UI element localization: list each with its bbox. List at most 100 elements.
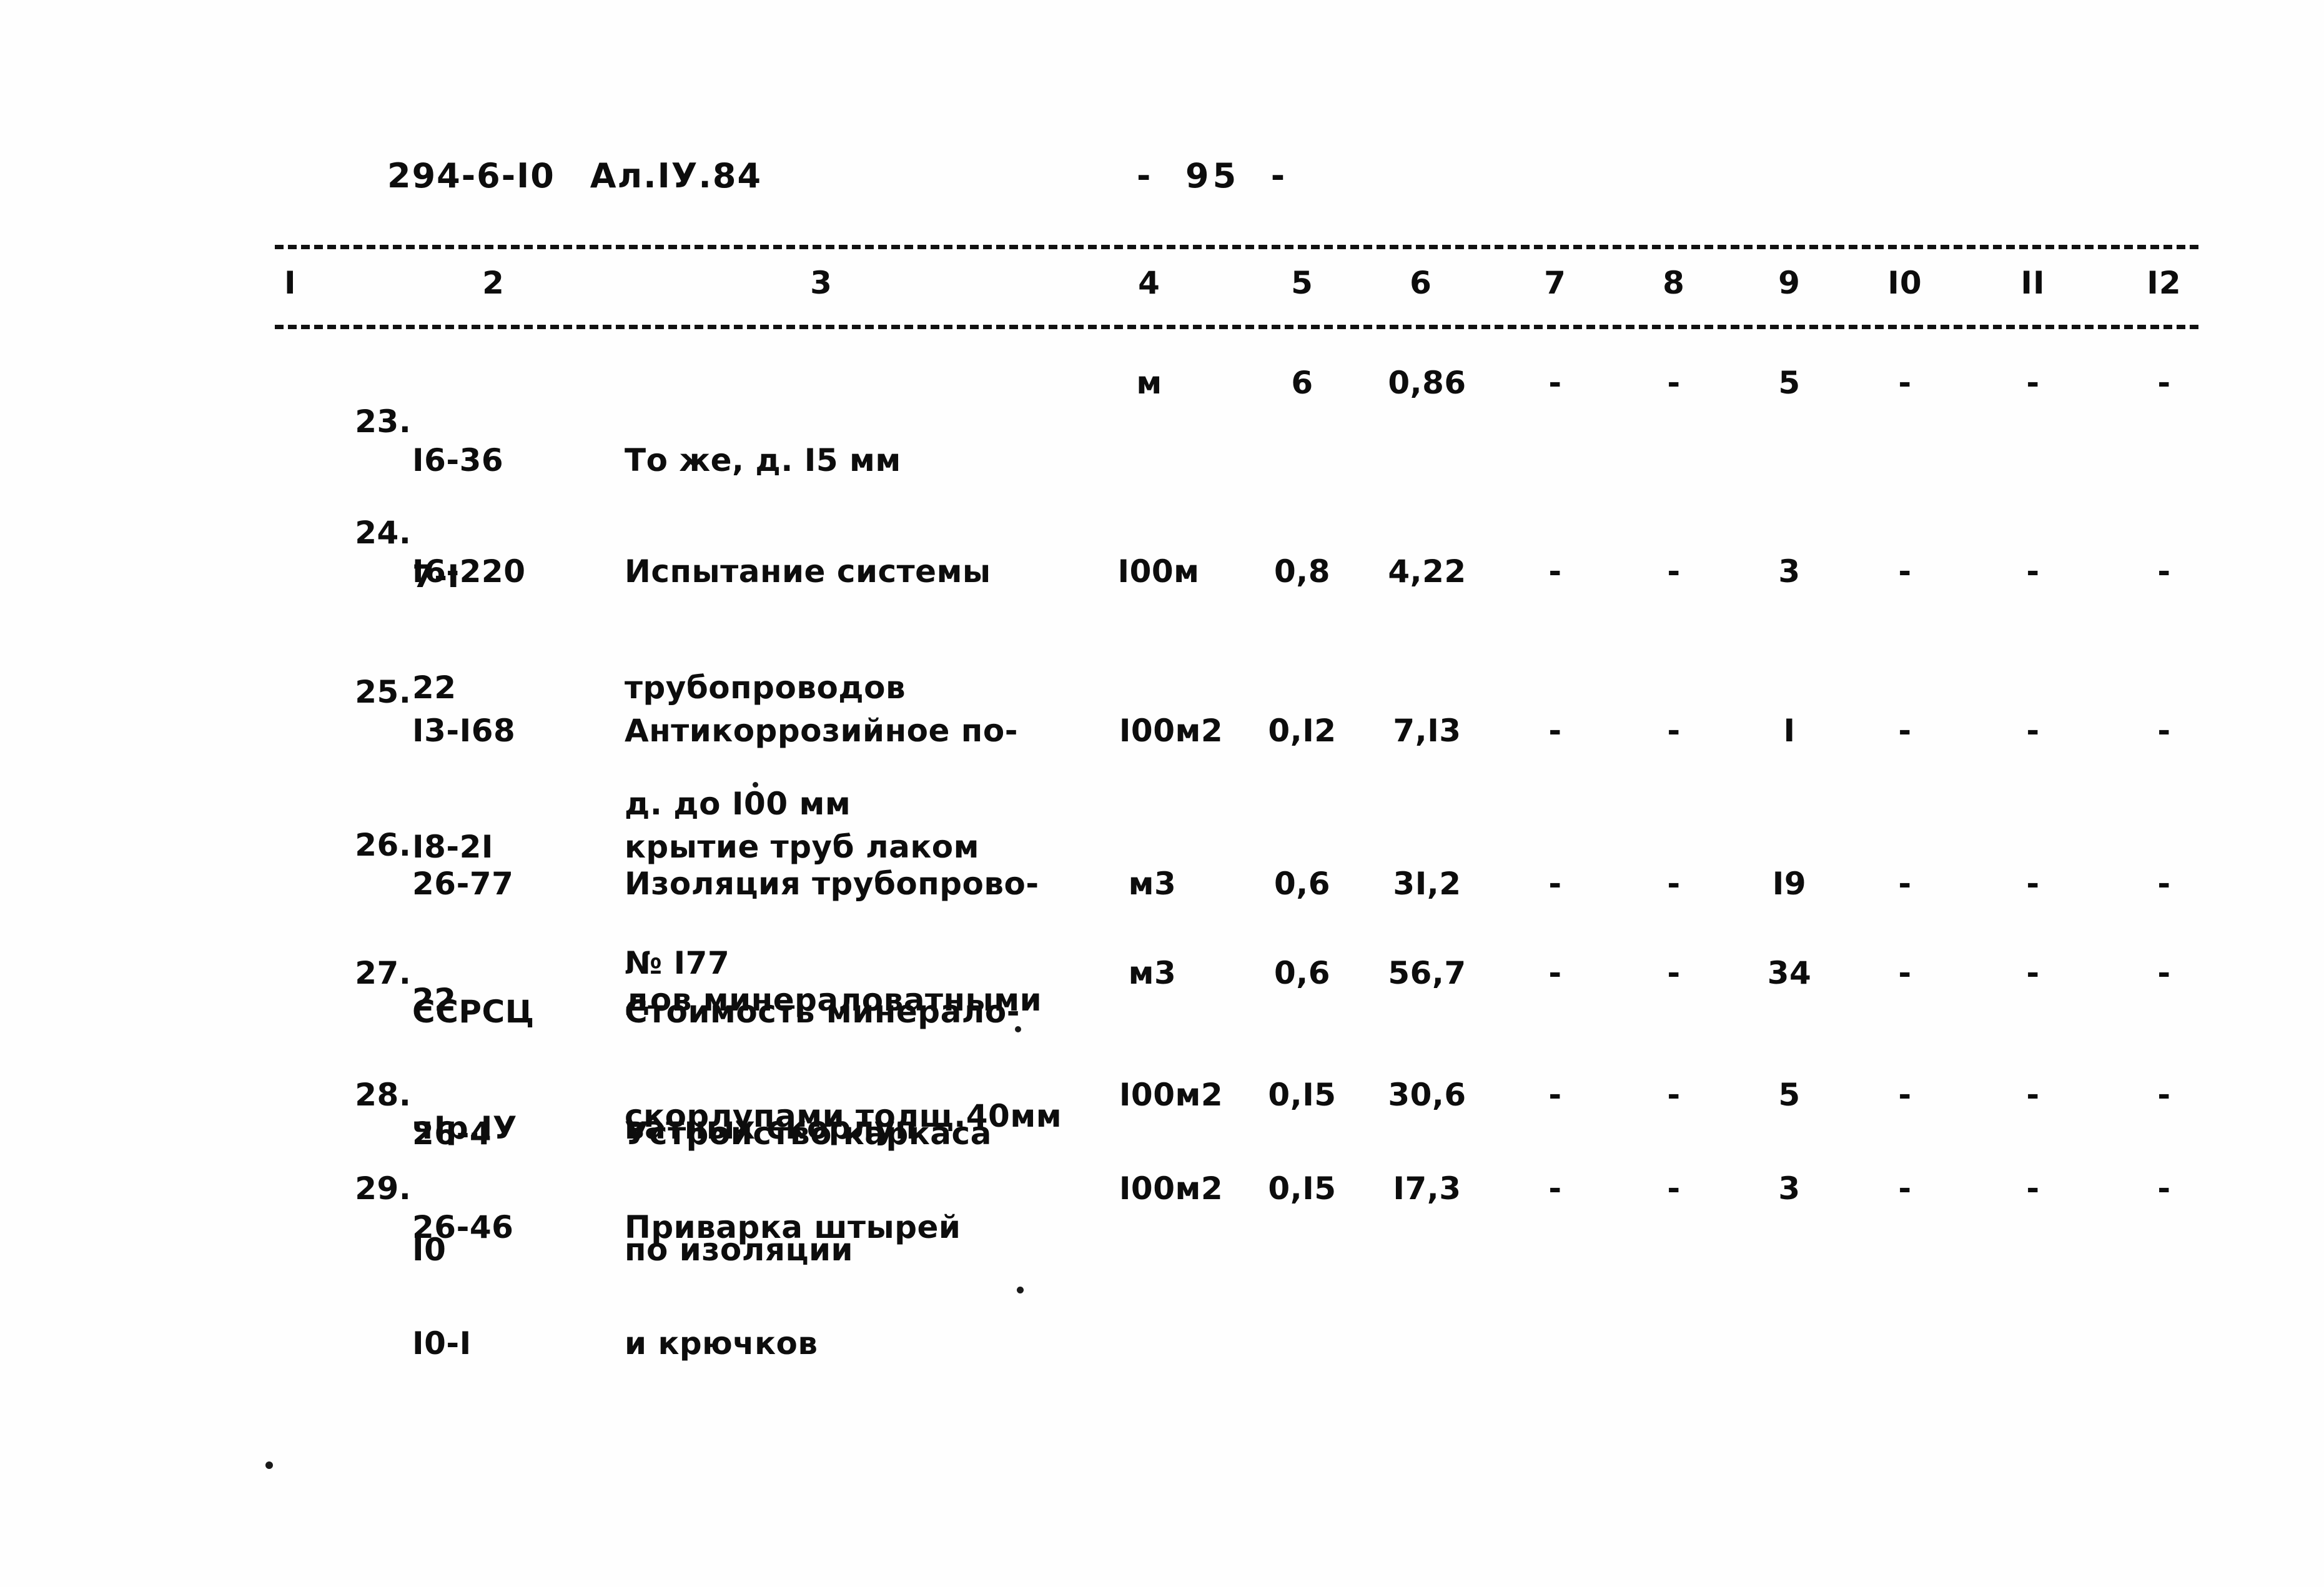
table-body: 23. I6-36 7-I То же, д. I5 мм м 6 0,86 -… xyxy=(0,350,2324,1362)
row-col-5: 0,8 xyxy=(1273,553,1331,590)
row-col-6: I7,3 xyxy=(1393,1170,1461,1207)
row-col-10: - xyxy=(1898,365,1912,401)
row-number: 24. xyxy=(355,515,412,551)
row-col-5: 6 xyxy=(1291,365,1313,401)
album-reference: Ал.IУ.84 xyxy=(590,156,763,195)
row-number: 25. xyxy=(355,674,412,710)
row-col-6: 0,86 xyxy=(1388,365,1466,401)
column-header-5: 5 xyxy=(1291,265,1313,301)
document-header: 294-6-I0 Ал.IУ.84 - 95 - xyxy=(387,156,2198,200)
row-number: 23. xyxy=(355,403,412,440)
row-unit: м xyxy=(1136,365,1162,401)
row-col-12: - xyxy=(2157,1077,2171,1113)
row-col-9: 3 xyxy=(1778,1170,1801,1207)
row-col-10: - xyxy=(1898,1170,1912,1207)
row-unit: I00м xyxy=(1117,553,1200,590)
row-col-5: 0,6 xyxy=(1273,866,1331,902)
row-number: 26. xyxy=(355,827,412,863)
row-col-8: - xyxy=(1667,955,1681,991)
row-unit: I00м2 xyxy=(1119,713,1224,749)
row-col-11: - xyxy=(2026,1077,2040,1113)
row-col-9: 5 xyxy=(1778,365,1801,401)
row-col-9: I xyxy=(1783,713,1796,749)
row-unit: I00м2 xyxy=(1119,1077,1224,1113)
row-col-6: 4,22 xyxy=(1388,553,1466,590)
table-rule-bottom xyxy=(275,325,2198,329)
row-col-11: - xyxy=(2026,866,2040,902)
row-col-8: - xyxy=(1667,713,1681,749)
row-col-9: 3 xyxy=(1778,553,1801,590)
row-col-11: - xyxy=(2026,713,2040,749)
row-col-9: 5 xyxy=(1778,1077,1801,1113)
table-row: 24. I6-220 22 Испытание системы трубопро… xyxy=(0,475,2324,822)
table-rule-top xyxy=(275,245,2198,249)
row-col-8: - xyxy=(1667,365,1681,401)
table-row: 28. 26-4 I0 Устройство каркаса по изоляц… xyxy=(0,1037,2324,1268)
column-header-8: 8 xyxy=(1663,265,1685,301)
row-code: 26-46 I0-I xyxy=(412,1209,514,1362)
row-unit: м3 xyxy=(1128,866,1177,902)
column-header-9: 9 xyxy=(1778,265,1801,301)
column-header-6: 6 xyxy=(1410,265,1432,301)
column-header-3: 3 xyxy=(810,265,833,301)
row-col-12: - xyxy=(2157,713,2171,749)
row-col-12: - xyxy=(2157,866,2171,902)
document-code: 294-6-I0 xyxy=(387,156,555,195)
column-header-1: I xyxy=(284,265,297,301)
table-column-headers: I 2 3 4 5 6 7 8 9 I0 II I2 xyxy=(0,265,2324,315)
row-col-8: - xyxy=(1667,1170,1681,1207)
row-col-12: - xyxy=(2157,365,2171,401)
row-col-11: - xyxy=(2026,955,2040,991)
row-col-7: - xyxy=(1548,866,1562,902)
row-col-7: - xyxy=(1548,553,1562,590)
table-row: 23. I6-36 7-I То же, д. I5 мм м 6 0,86 -… xyxy=(0,350,2324,595)
row-number: 27. xyxy=(355,955,412,991)
scan-speck xyxy=(753,782,758,788)
row-col-12: - xyxy=(2157,1170,2171,1207)
row-col-10: - xyxy=(1898,1077,1912,1113)
row-col-7: - xyxy=(1548,1170,1562,1207)
column-header-4: 4 xyxy=(1138,265,1160,301)
row-col-12: - xyxy=(2157,553,2171,590)
column-header-11: II xyxy=(2020,265,2045,301)
row-col-7: - xyxy=(1548,955,1562,991)
document-page: 294-6-I0 Ал.IУ.84 - 95 - I 2 3 4 5 6 7 8… xyxy=(0,0,2324,1587)
row-col-5: 0,I5 xyxy=(1268,1077,1337,1113)
row-unit: м3 xyxy=(1128,955,1177,991)
column-header-7: 7 xyxy=(1544,265,1566,301)
row-col-8: - xyxy=(1667,866,1681,902)
table-row: 26. 26-77 22 Изоляция трубопрово- дов ми… xyxy=(0,787,2324,1134)
row-col-5: 0,I5 xyxy=(1268,1170,1337,1207)
row-col-9: 34 xyxy=(1767,955,1812,991)
row-col-11: - xyxy=(2026,1170,2040,1207)
row-col-6: 56,7 xyxy=(1388,955,1466,991)
row-col-10: - xyxy=(1898,866,1912,902)
row-col-5: 0,I2 xyxy=(1268,713,1337,749)
table-row: 25. I3-I68 I8-2I Антикоррозийное по- кры… xyxy=(0,634,2324,981)
row-col-10: - xyxy=(1898,553,1912,590)
scan-speck xyxy=(1015,1026,1021,1032)
row-col-12: - xyxy=(2157,955,2171,991)
table-row: 27. ССРСЦ чIр.IУ Стоимость минерало- ват… xyxy=(0,915,2324,1146)
row-col-8: - xyxy=(1667,1077,1681,1113)
row-col-10: - xyxy=(1898,955,1912,991)
row-col-10: - xyxy=(1898,713,1912,749)
row-col-6: 3I,2 xyxy=(1393,866,1461,902)
column-header-12: I2 xyxy=(2147,265,2182,301)
column-header-2: 2 xyxy=(482,265,505,301)
row-col-7: - xyxy=(1548,713,1562,749)
scan-speck xyxy=(265,1461,273,1469)
table-row: 29. 26-46 I0-I Приварка штырей и крючков… xyxy=(0,1130,2324,1362)
row-col-11: - xyxy=(2026,365,2040,401)
row-number: 29. xyxy=(355,1170,412,1207)
row-col-9: I9 xyxy=(1772,866,1807,902)
page-number: - 95 - xyxy=(1137,156,1289,195)
column-header-10: I0 xyxy=(1887,265,1922,301)
row-col-8: - xyxy=(1667,553,1681,590)
scan-speck xyxy=(1017,1287,1024,1293)
row-col-6: 7,I3 xyxy=(1393,713,1461,749)
row-col-7: - xyxy=(1548,1077,1562,1113)
row-unit: I00м2 xyxy=(1119,1170,1224,1207)
row-description: Приварка штырей и крючков xyxy=(625,1209,961,1362)
row-col-5: 0,6 xyxy=(1273,955,1331,991)
